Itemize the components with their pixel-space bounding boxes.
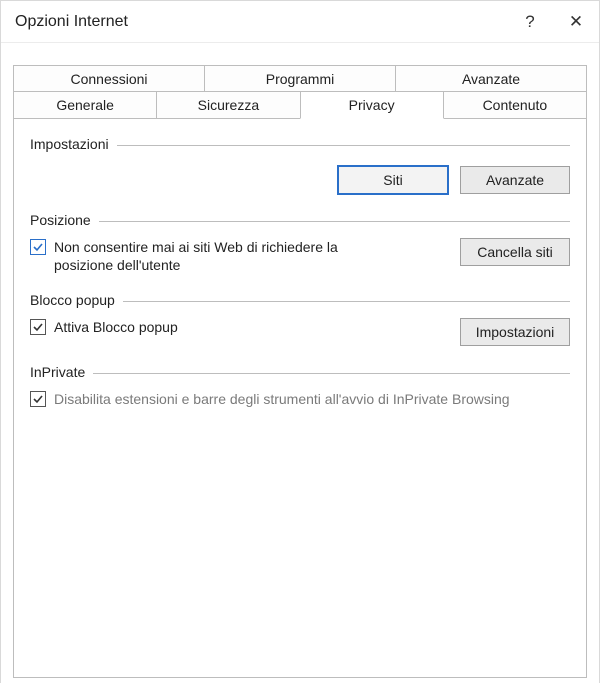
close-icon: ✕: [569, 12, 583, 32]
section-header-impostazioni: Impostazioni: [30, 136, 570, 152]
check-row-posizione: Non consentire mai ai siti Web di richie…: [30, 238, 354, 274]
divider-line: [93, 373, 570, 374]
section-posizione: Posizione Non consentire mai ai siti Web…: [30, 212, 570, 274]
section-title-inprivate: InPrivate: [30, 364, 93, 380]
tabs-area: Connessioni Programmi Avanzate Generale …: [1, 43, 599, 678]
checkbox-posizione[interactable]: [30, 239, 46, 255]
impostazioni-popup-button[interactable]: Impostazioni: [460, 318, 570, 346]
check-row-blocco-popup: Attiva Blocco popup: [30, 318, 178, 336]
checkbox-label-inprivate: Disabilita estensioni e barre degli stru…: [54, 390, 510, 408]
window-title: Opzioni Internet: [15, 13, 507, 31]
tab-row-top: Connessioni Programmi Avanzate: [13, 65, 587, 92]
avanzate-button[interactable]: Avanzate: [460, 166, 570, 194]
checkmark-icon: [32, 393, 44, 405]
check-row-inprivate: Disabilita estensioni e barre degli stru…: [30, 390, 510, 408]
checkbox-inprivate[interactable]: [30, 391, 46, 407]
checkbox-blocco-popup[interactable]: [30, 319, 46, 335]
tab-row-bottom: Generale Sicurezza Privacy Contenuto: [13, 91, 587, 119]
divider-line: [123, 301, 570, 302]
section-blocco-popup: Blocco popup Attiva Blocco popup Imposta…: [30, 292, 570, 346]
tab-sicurezza[interactable]: Sicurezza: [156, 91, 300, 119]
checkmark-icon: [32, 241, 44, 253]
checkbox-label-posizione: Non consentire mai ai siti Web di richie…: [54, 238, 354, 274]
section-inprivate: InPrivate Disabilita estensioni e barre …: [30, 364, 570, 408]
section-header-posizione: Posizione: [30, 212, 570, 228]
checkbox-label-blocco-popup: Attiva Blocco popup: [54, 318, 178, 336]
section-header-inprivate: InPrivate: [30, 364, 570, 380]
section-title-impostazioni: Impostazioni: [30, 136, 117, 152]
tab-generale[interactable]: Generale: [13, 91, 157, 119]
tab-panel-privacy: Impostazioni Siti Avanzate Posizione Non…: [13, 118, 587, 678]
tab-programmi[interactable]: Programmi: [204, 65, 396, 92]
tab-contenuto[interactable]: Contenuto: [443, 91, 587, 119]
checkmark-icon: [32, 321, 44, 333]
close-button[interactable]: ✕: [553, 1, 599, 43]
siti-button[interactable]: Siti: [338, 166, 448, 194]
section-title-posizione: Posizione: [30, 212, 99, 228]
titlebar: Opzioni Internet ? ✕: [1, 1, 599, 43]
section-impostazioni: Impostazioni Siti Avanzate: [30, 136, 570, 194]
help-icon: ?: [525, 12, 534, 32]
tab-avanzate-top[interactable]: Avanzate: [395, 65, 587, 92]
section-title-blocco-popup: Blocco popup: [30, 292, 123, 308]
tab-privacy[interactable]: Privacy: [300, 91, 444, 119]
cancella-siti-button[interactable]: Cancella siti: [460, 238, 570, 266]
divider-line: [99, 221, 570, 222]
help-button[interactable]: ?: [507, 1, 553, 43]
divider-line: [117, 145, 570, 146]
section-header-blocco-popup: Blocco popup: [30, 292, 570, 308]
tab-connessioni[interactable]: Connessioni: [13, 65, 205, 92]
